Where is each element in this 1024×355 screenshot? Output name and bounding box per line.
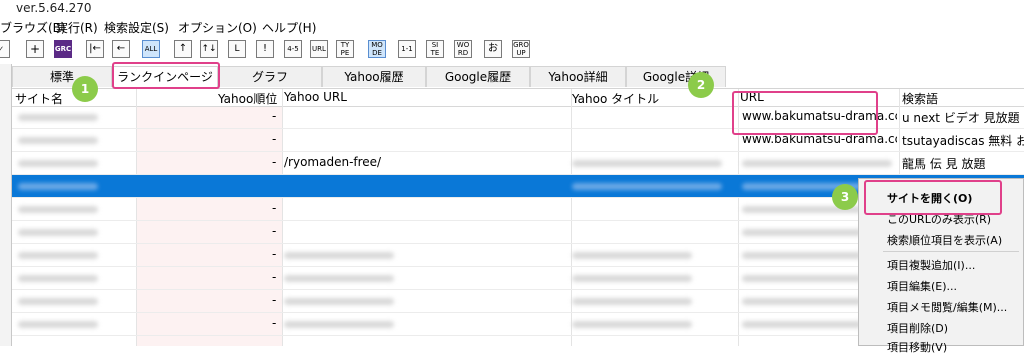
range-button[interactable]: 4-5 [284, 40, 302, 58]
menu-options[interactable]: オプション(O) [178, 19, 257, 36]
left-pane [0, 64, 12, 346]
redacted-text [572, 321, 692, 328]
annotation-badge-3: 3 [832, 184, 858, 210]
redacted-text [572, 275, 692, 282]
menu-help[interactable]: ヘルプ(H) [262, 19, 316, 36]
window-title: ver.5.64.270 [16, 1, 92, 15]
rank-cell: - [272, 270, 277, 284]
keyword-cell: 龍馬 伝 見 放題 [902, 157, 986, 171]
one-one-button[interactable]: 1-1 [398, 40, 416, 58]
word-button[interactable]: WO RD [454, 40, 472, 58]
rank-cell: - [272, 132, 277, 146]
rank-cell: - [272, 247, 277, 261]
redacted-text [572, 298, 692, 305]
redacted-text [742, 321, 862, 328]
highlight-tab-rank-in-page [112, 62, 220, 89]
url-button[interactable]: URL [310, 40, 328, 58]
updown-button[interactable]: ↑↓ [200, 40, 218, 58]
redacted-text [284, 321, 394, 328]
redacted-text [572, 183, 722, 190]
col-yahoo-url[interactable]: Yahoo URL [284, 90, 347, 104]
annotation-badge-2: 2 [688, 72, 714, 98]
tab-yahoo-history[interactable]: Yahoo履歴 [322, 66, 426, 87]
menu-move-item[interactable]: 項目移動(V) [887, 339, 947, 355]
yahoo-url-cell: /ryomaden-free/ [284, 155, 382, 169]
col-keyword[interactable]: 検索語 [902, 90, 938, 107]
up-button[interactable]: ↑ [174, 40, 192, 58]
title-bar: ver.5.64.270 [0, 0, 1024, 18]
menu-search-settings[interactable]: 検索設定(S) [104, 19, 169, 36]
redacted-text [18, 321, 98, 328]
menu-delete-item[interactable]: 項目削除(D) [887, 320, 948, 336]
group-button[interactable]: GRO UP [512, 40, 530, 58]
redacted-text [18, 298, 98, 305]
redacted-text [18, 275, 98, 282]
redacted-text [18, 137, 98, 144]
redacted-text [18, 229, 98, 236]
type-button[interactable]: TY PE [336, 40, 354, 58]
menu-separator [883, 251, 1019, 252]
redacted-text [572, 252, 692, 259]
redacted-text [18, 206, 98, 213]
menu-run[interactable]: 実行(R) [56, 19, 98, 36]
highlight-url-column [732, 91, 878, 135]
tab-graph[interactable]: グラフ [218, 66, 322, 87]
o-button[interactable]: お [484, 40, 502, 58]
redacted-text [18, 252, 98, 259]
menu-duplicate-item[interactable]: 項目複製追加(I)... [887, 257, 975, 273]
redacted-text [18, 160, 98, 167]
rank-cell: - [272, 155, 277, 169]
menu-show-rank-items[interactable]: 検索順位項目を表示(A) [887, 232, 1002, 248]
rank-cell: - [272, 224, 277, 238]
redacted-text [742, 160, 892, 167]
alert-button[interactable]: ! [256, 40, 274, 58]
redacted-text [284, 252, 394, 259]
annotation-badge-1: 1 [72, 76, 98, 102]
redacted-text [742, 229, 862, 236]
first-button[interactable]: |← [86, 40, 104, 58]
back-button[interactable]: ← [112, 40, 130, 58]
menu-edit-item[interactable]: 項目編集(E)... [887, 278, 957, 294]
site-button[interactable]: SI TE [426, 40, 444, 58]
redacted-text [742, 298, 862, 305]
toolbar: ✓ + GRC |← ← ALL ↑ ↑↓ L ! 4-5 URL TY PE … [0, 36, 1024, 65]
highlight-open-site [864, 180, 1002, 215]
l-button[interactable]: L [228, 40, 246, 58]
rank-cell: - [272, 201, 277, 215]
redacted-text [18, 183, 98, 190]
redacted-text [18, 114, 98, 121]
grc-button[interactable]: GRC [54, 40, 72, 58]
rank-cell: - [272, 109, 277, 123]
menu-edit-memo[interactable]: 項目メモ閲覧/編集(M)... [887, 299, 1007, 315]
col-site-name[interactable]: サイト名 [15, 90, 63, 107]
rank-cell: - [272, 293, 277, 307]
table-row[interactable]: - /ryomaden-free/ 龍馬 伝 見 放題 [12, 152, 1024, 175]
rank-cell: - [272, 316, 277, 330]
col-yahoo-rank[interactable]: Yahoo順位 [218, 90, 277, 107]
keyword-cell: tsutayadiscas 無料 お [902, 134, 1024, 148]
redacted-text [284, 275, 394, 282]
redacted-text [742, 252, 862, 259]
mode-button[interactable]: MO DE [368, 40, 386, 58]
col-yahoo-title[interactable]: Yahoo タイトル [572, 90, 659, 107]
all-button[interactable]: ALL [142, 40, 160, 58]
menu-bar: ブラウズ(B) 実行(R) 検索設定(S) オプション(O) ヘルプ(H) [0, 18, 1024, 36]
keyword-cell: u next ビデオ 見放題 中 [902, 111, 1024, 125]
add-button[interactable]: + [26, 40, 44, 58]
check-icon[interactable]: ✓ [0, 40, 10, 58]
tab-google-history[interactable]: Google履歴 [426, 66, 530, 87]
redacted-text [284, 298, 394, 305]
tab-yahoo-detail[interactable]: Yahoo詳細 [530, 66, 626, 87]
redacted-text [742, 275, 862, 282]
redacted-text [572, 160, 722, 167]
